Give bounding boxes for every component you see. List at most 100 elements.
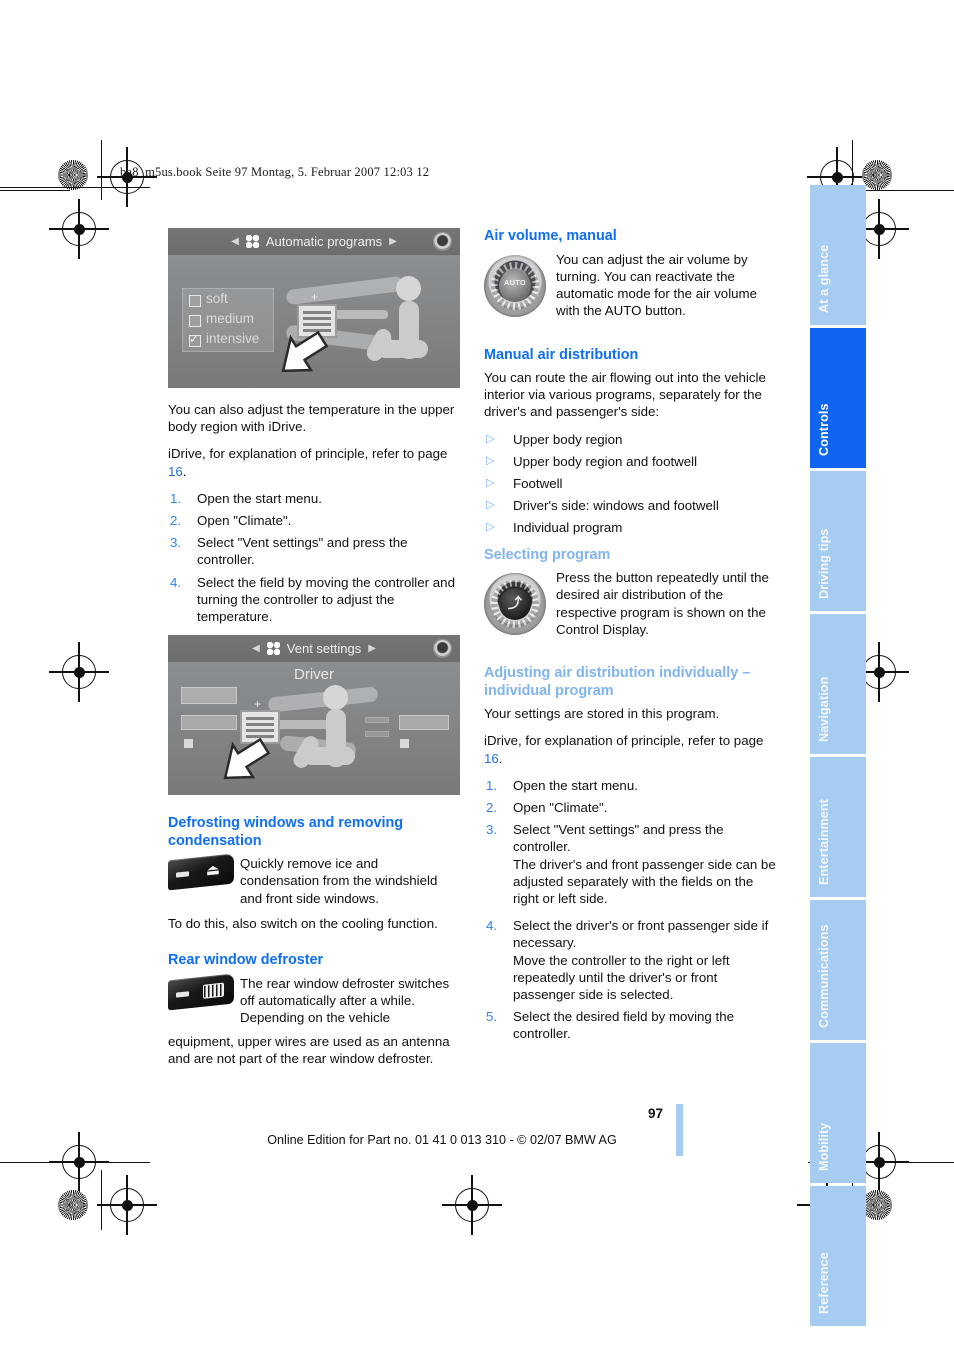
- registration-mark-bottom-center: [442, 1175, 502, 1235]
- tab-driving-tips[interactable]: Driving tips: [810, 471, 866, 611]
- tab-at-a-glance[interactable]: At a glance: [810, 185, 866, 325]
- page-number: 97: [648, 1106, 664, 1121]
- idrive-ref-period: .: [182, 463, 187, 479]
- page-number-bar: [676, 1104, 683, 1156]
- air-volume-knob-icon[interactable]: AUTO: [484, 254, 546, 317]
- air-volume-description: You can adjust the air volume by turning…: [556, 251, 758, 319]
- left-steps-list: Open the start menu. Open "Climate". Sel…: [168, 490, 460, 625]
- figure-vent-settings: ◀ Vent settings ▶ Driver + –: [168, 635, 460, 796]
- step-4-text: Select the driver's or front passenger s…: [513, 918, 769, 951]
- checkbox-soft[interactable]: [189, 295, 201, 307]
- list-item: Select "Vent settings" and press the con…: [170, 534, 408, 568]
- field-left-square[interactable]: [184, 739, 193, 749]
- list-item: Upper body region: [484, 431, 776, 448]
- list-item: Individual program: [484, 519, 776, 536]
- footer-text: Online Edition for Part no. 01 41 0 013 …: [267, 1133, 617, 1147]
- field-center-right-a[interactable]: [365, 717, 389, 724]
- tab-mobility[interactable]: Mobility: [810, 1043, 866, 1183]
- idrive-ref-text: iDrive, for explanation of principle, re…: [484, 733, 764, 749]
- figure-title-bar: ◀ Automatic programs ▶: [168, 228, 460, 255]
- field-right-square[interactable]: [400, 739, 409, 749]
- option-label-medium: medium: [206, 311, 255, 326]
- chevron-left-icon: ◀: [231, 235, 239, 247]
- heading-selecting-program: Selecting program: [484, 546, 611, 563]
- crop-line-left-bottom: [101, 1170, 103, 1230]
- step-3-note: The driver's and front passenger side ca…: [513, 856, 776, 906]
- checkbox-medium[interactable]: [189, 315, 201, 327]
- adjusting-intro: Your settings are stored in this program…: [484, 706, 720, 722]
- tab-entertainment[interactable]: Entertainment: [810, 757, 866, 897]
- rear-defrost-description: The rear window defroster switches off a…: [240, 975, 450, 1026]
- rear-defrost-glyph: [203, 982, 224, 999]
- program-button-glyph[interactable]: ⤴: [499, 588, 531, 621]
- right-steps-list-1: Open the start menu. Open "Climate". Sel…: [484, 777, 776, 907]
- chapter-index-tabs: At a glance Controls Driving tips Naviga…: [810, 185, 866, 1329]
- chevron-right-icon: ▶: [389, 235, 397, 247]
- crop-line-top-right: [860, 190, 954, 192]
- print-star-mark-top-left: [58, 160, 88, 190]
- airflow-upper: [285, 275, 405, 306]
- step-3-text: Select "Vent settings" and press the con…: [513, 822, 724, 855]
- page-link-16[interactable]: 16: [484, 751, 499, 766]
- crop-line-top-left: [0, 190, 70, 192]
- list-item: Open "Climate".: [486, 799, 608, 816]
- tab-label: Reference: [817, 1252, 831, 1314]
- seat-head-icon: [396, 276, 421, 301]
- program-button-row: ⤴ Press the button repeatedly until the …: [484, 569, 776, 645]
- auto-button-label[interactable]: AUTO: [499, 269, 531, 302]
- tab-label: Entertainment: [817, 799, 831, 885]
- list-item: Driver's side: windows and footwell: [484, 497, 776, 514]
- tab-label: Communications: [817, 924, 831, 1028]
- crop-line-left-top: [101, 140, 103, 200]
- page-link-16[interactable]: 16: [168, 464, 183, 479]
- seat-head-icon: [323, 685, 348, 711]
- chevron-right-icon: ▶: [368, 643, 376, 655]
- right-idrive-reference: iDrive, for explanation of principle, re…: [484, 732, 776, 766]
- footer-area: Online Edition for Part no. 01 41 0 013 …: [0, 1133, 954, 1147]
- figure-title: Vent settings: [286, 641, 362, 657]
- defrost-note: To do this, also switch on the cooling f…: [168, 916, 438, 932]
- rear-defrost-switch-row: The rear window defroster switches off a…: [168, 973, 460, 1031]
- list-item: Select the driver's or front passenger s…: [484, 917, 776, 1003]
- option-label-intensive: intensive: [206, 331, 260, 346]
- list-item: Upper body region and footwell: [484, 453, 776, 470]
- registration-mark-top-left-outer: [49, 199, 109, 259]
- tab-controls[interactable]: Controls: [810, 328, 866, 468]
- idrive-ref-text: iDrive, for explanation of principle, re…: [168, 446, 448, 462]
- print-star-mark-bottom-left: [58, 1190, 88, 1220]
- field-left-top[interactable]: [181, 687, 237, 705]
- rear-window-defrost-switch-icon[interactable]: [168, 973, 234, 1011]
- windshield-defrost-switch-icon[interactable]: ⏏: [168, 853, 234, 891]
- registration-mark-middle-left: [49, 642, 109, 702]
- step-4-note: Move the controller to the right or left…: [513, 952, 730, 1002]
- chevron-left-icon: ◀: [252, 643, 260, 655]
- left-column: ◀ Automatic programs ▶ soft medium inten…: [168, 228, 460, 1077]
- heading-manual-air-distribution: Manual air distribution: [484, 346, 639, 363]
- option-label-soft: soft: [206, 291, 228, 306]
- tab-reference[interactable]: Reference: [810, 1186, 866, 1326]
- field-right-mid[interactable]: [399, 715, 449, 731]
- registration-mark-top-right-outer: [849, 199, 909, 259]
- fan-icon: [245, 235, 259, 248]
- list-item: Open the start menu.: [170, 490, 322, 507]
- heading-rear-window-defroster: Rear window defroster: [168, 952, 324, 969]
- air-distribution-program-button-icon[interactable]: ⤴: [484, 573, 546, 636]
- list-item: Open "Climate".: [170, 512, 292, 529]
- heading-defrosting-windows: Defrosting windows and removing condensa…: [168, 815, 404, 849]
- figure-title: Automatic programs: [265, 233, 383, 249]
- tab-navigation[interactable]: Navigation: [810, 614, 866, 754]
- heading-adjusting-individually: Adjusting air distribution individually …: [484, 665, 751, 699]
- idrive-ref-period: .: [498, 750, 503, 766]
- tab-communications[interactable]: Communications: [810, 900, 866, 1040]
- left-intro-paragraph: You can also adjust the temperature in t…: [168, 402, 455, 435]
- tab-label: At a glance: [817, 244, 831, 313]
- list-item: Open the start menu.: [486, 777, 638, 794]
- plus-icon: +: [311, 290, 319, 304]
- heading-air-volume-manual: Air volume, manual: [484, 228, 617, 244]
- print-star-mark-top-right: [862, 160, 892, 190]
- defrost-switch-row: ⏏ Quickly remove ice and condensation fr…: [168, 853, 460, 913]
- checkbox-intensive[interactable]: [189, 331, 201, 348]
- print-star-mark-bottom-right: [862, 1190, 892, 1220]
- figure-title-bar: ◀ Vent settings ▶: [168, 635, 460, 663]
- field-center-right-b[interactable]: [365, 731, 389, 738]
